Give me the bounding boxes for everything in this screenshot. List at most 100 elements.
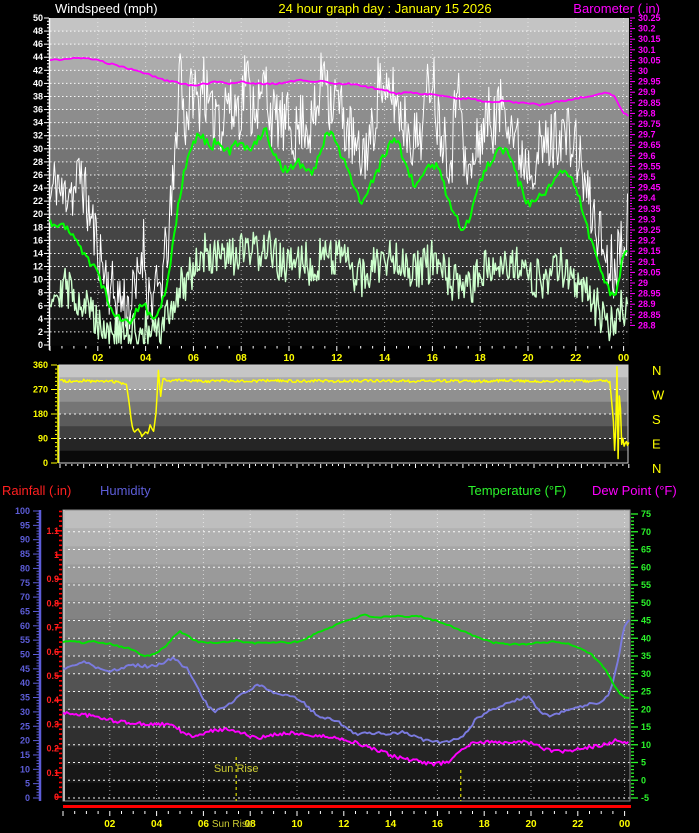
svg-text:55: 55 <box>641 580 651 590</box>
svg-text:29.5: 29.5 <box>638 172 656 182</box>
svg-text:35: 35 <box>641 651 651 661</box>
svg-text:0.3: 0.3 <box>46 719 59 729</box>
svg-text:38: 38 <box>33 91 43 101</box>
svg-text:35: 35 <box>20 693 30 703</box>
svg-text:75: 75 <box>641 509 651 519</box>
barometer-axis-title: Barometer (.in) <box>573 1 660 16</box>
svg-text:22: 22 <box>570 353 582 364</box>
svg-text:12: 12 <box>331 353 343 364</box>
svg-text:28.95: 28.95 <box>638 289 661 299</box>
svg-text:16: 16 <box>432 819 444 830</box>
svg-text:20: 20 <box>525 819 537 830</box>
svg-text:14: 14 <box>33 248 43 258</box>
svg-text:29.25: 29.25 <box>638 225 661 235</box>
svg-text:40: 40 <box>33 78 43 88</box>
svg-text:2: 2 <box>38 327 43 337</box>
svg-text:29.65: 29.65 <box>638 140 661 150</box>
svg-text:16: 16 <box>33 235 43 245</box>
svg-text:29.3: 29.3 <box>638 214 656 224</box>
svg-text:85: 85 <box>20 549 30 559</box>
svg-text:08: 08 <box>236 353 248 364</box>
rainfall-axis-title: Rainfall (.in) <box>2 483 72 498</box>
svg-text:100: 100 <box>15 506 30 516</box>
svg-text:70: 70 <box>641 527 651 537</box>
svg-text:29.45: 29.45 <box>638 183 661 193</box>
svg-text:02: 02 <box>104 819 116 830</box>
svg-text:S: S <box>652 412 661 427</box>
svg-text:18: 18 <box>479 819 491 830</box>
svg-text:30: 30 <box>20 707 30 717</box>
svg-text:10: 10 <box>641 740 651 750</box>
svg-text:55: 55 <box>20 635 30 645</box>
svg-text:29.1: 29.1 <box>638 257 656 267</box>
svg-text:22: 22 <box>572 819 584 830</box>
svg-text:25: 25 <box>641 687 651 697</box>
svg-text:40: 40 <box>20 678 30 688</box>
svg-text:30: 30 <box>638 66 648 76</box>
svg-text:0.9: 0.9 <box>46 574 59 584</box>
svg-text:20: 20 <box>641 704 651 714</box>
svg-text:14: 14 <box>379 353 391 364</box>
temperature-axis-title: Temperature (°F) <box>468 483 567 498</box>
svg-text:Sun Rise: Sun Rise <box>214 763 259 775</box>
svg-text:32: 32 <box>33 131 43 141</box>
svg-text:-5: -5 <box>641 793 649 803</box>
svg-text:29.6: 29.6 <box>638 151 656 161</box>
svg-text:29.8: 29.8 <box>638 108 656 118</box>
svg-text:95: 95 <box>20 520 30 530</box>
svg-text:25: 25 <box>20 721 30 731</box>
svg-text:29.9: 29.9 <box>638 87 656 97</box>
svg-text:0.2: 0.2 <box>46 744 59 754</box>
svg-text:04: 04 <box>140 353 152 364</box>
svg-text:0.1: 0.1 <box>46 768 59 778</box>
humidity-axis-title: Humidity <box>100 483 151 498</box>
svg-text:28: 28 <box>33 157 43 167</box>
svg-text:20: 20 <box>33 209 43 219</box>
svg-text:29.55: 29.55 <box>638 161 661 171</box>
svg-text:18: 18 <box>475 353 487 364</box>
svg-text:12: 12 <box>33 262 43 272</box>
svg-text:45: 45 <box>641 616 651 626</box>
svg-text:30.05: 30.05 <box>638 55 661 65</box>
svg-text:30: 30 <box>641 669 651 679</box>
svg-text:29.7: 29.7 <box>638 130 656 140</box>
svg-text:50: 50 <box>20 650 30 660</box>
svg-text:0.7: 0.7 <box>46 623 59 633</box>
svg-text:12: 12 <box>338 819 350 830</box>
svg-text:26: 26 <box>33 170 43 180</box>
svg-text:4: 4 <box>38 314 43 324</box>
svg-text:1: 1 <box>54 550 59 560</box>
svg-text:0: 0 <box>54 792 59 802</box>
svg-text:60: 60 <box>20 621 30 631</box>
svg-text:180: 180 <box>33 409 48 419</box>
svg-text:6: 6 <box>38 301 43 311</box>
svg-text:0.4: 0.4 <box>46 695 59 705</box>
windspeed-axis-title: Windspeed (mph) <box>55 1 158 16</box>
svg-text:10: 10 <box>20 764 30 774</box>
svg-text:360: 360 <box>33 360 48 370</box>
windspeed-barometer-chart: 0246810121416182022242628303234363840424… <box>33 13 661 364</box>
rain-humidity-temp-chart: 1009590858075706560555045403530252015105… <box>15 506 651 830</box>
weather-charts-canvas: 0246810121416182022242628303234363840424… <box>15 13 665 830</box>
svg-text:50: 50 <box>33 13 43 23</box>
svg-text:5: 5 <box>25 779 30 789</box>
svg-text:50: 50 <box>641 598 651 608</box>
svg-text:75: 75 <box>20 578 30 588</box>
svg-text:15: 15 <box>641 722 651 732</box>
svg-text:02: 02 <box>92 353 104 364</box>
svg-text:0: 0 <box>25 793 30 803</box>
svg-text:5: 5 <box>641 758 646 768</box>
svg-text:28.8: 28.8 <box>638 320 656 330</box>
svg-text:29: 29 <box>638 278 648 288</box>
svg-text:10: 10 <box>291 819 303 830</box>
svg-text:22: 22 <box>33 196 43 206</box>
wind-direction-chart: 360270180900NWSEN <box>33 360 665 476</box>
svg-text:48: 48 <box>33 26 43 36</box>
svg-text:29.35: 29.35 <box>638 204 661 214</box>
dew-point-axis-title: Dew Point (°F) <box>592 483 677 498</box>
svg-text:28.85: 28.85 <box>638 310 661 320</box>
svg-text:0.5: 0.5 <box>46 671 59 681</box>
svg-text:34: 34 <box>33 118 43 128</box>
svg-text:16: 16 <box>427 353 439 364</box>
svg-text:65: 65 <box>641 545 651 555</box>
